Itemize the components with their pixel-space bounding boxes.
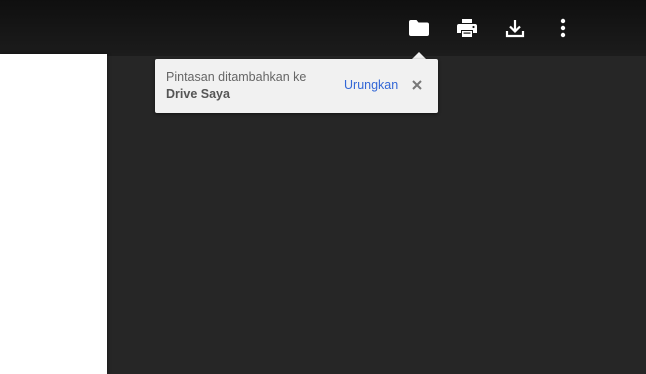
add-to-drive-button[interactable]: [405, 14, 433, 42]
download-icon: [505, 18, 525, 38]
toast-close-button[interactable]: [409, 78, 425, 94]
more-options-button[interactable]: [549, 14, 577, 42]
print-button[interactable]: [453, 14, 481, 42]
viewer-toolbar: [0, 0, 646, 56]
print-icon: [456, 18, 478, 38]
download-button[interactable]: [501, 14, 529, 42]
toast-message-text: Pintasan ditambahkan ke: [166, 70, 307, 84]
folder-icon: [408, 19, 430, 37]
toast-pointer: [412, 52, 426, 59]
close-icon: [412, 77, 422, 95]
toast-destination-text: Drive Saya: [166, 87, 230, 101]
toast-message: Pintasan ditambahkan ke Drive Saya: [166, 69, 336, 103]
shortcut-added-toast: Pintasan ditambahkan ke Drive Saya Urung…: [155, 59, 438, 113]
more-vert-icon: [560, 18, 566, 38]
document-page: [0, 54, 107, 374]
undo-button[interactable]: Urungkan: [344, 77, 398, 94]
